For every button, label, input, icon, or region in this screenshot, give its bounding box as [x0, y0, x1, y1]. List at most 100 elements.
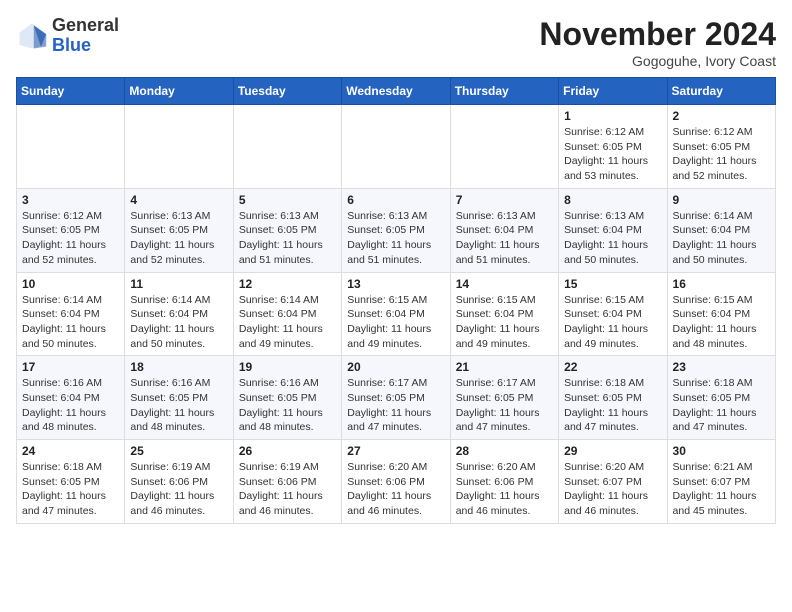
- day-of-week-header: Thursday: [450, 78, 558, 105]
- day-number: 28: [456, 444, 553, 458]
- day-number: 8: [564, 193, 661, 207]
- calendar-cell: 20Sunrise: 6:17 AM Sunset: 6:05 PM Dayli…: [342, 356, 450, 440]
- day-info: Sunrise: 6:14 AM Sunset: 6:04 PM Dayligh…: [673, 209, 770, 268]
- day-info: Sunrise: 6:20 AM Sunset: 6:07 PM Dayligh…: [564, 460, 661, 519]
- day-info: Sunrise: 6:15 AM Sunset: 6:04 PM Dayligh…: [673, 293, 770, 352]
- day-info: Sunrise: 6:13 AM Sunset: 6:04 PM Dayligh…: [564, 209, 661, 268]
- calendar-cell: 14Sunrise: 6:15 AM Sunset: 6:04 PM Dayli…: [450, 272, 558, 356]
- day-number: 18: [130, 360, 227, 374]
- day-number: 26: [239, 444, 336, 458]
- calendar-cell: 15 Sunrise: 6:15 AM Sunset: 6:04 PM Dayli…: [559, 272, 667, 356]
- day-number: 24: [22, 444, 119, 458]
- day-info: Sunrise: 6:16 AM Sunset: 6:05 PM Dayligh…: [130, 376, 227, 435]
- page-header: General Blue November 2024 Gogoguhe, Ivo…: [16, 16, 776, 69]
- calendar-cell: 25Sunrise: 6:19 AM Sunset: 6:06 PM Dayli…: [125, 440, 233, 524]
- day-number: 1: [564, 109, 661, 123]
- day-number: 30: [673, 444, 770, 458]
- day-info: Sunrise: 6:13 AM Sunset: 6:05 PM Dayligh…: [130, 209, 227, 268]
- day-info: Sunrise: 6:12 AM Sunset: 6:05 PM Dayligh…: [22, 209, 119, 268]
- day-number: 17: [22, 360, 119, 374]
- calendar-cell: 2 Sunrise: 6:12 AM Sunset: 6:05 PM Daylig…: [667, 105, 775, 189]
- day-number: 10: [22, 277, 119, 291]
- day-number: 20: [347, 360, 444, 374]
- calendar-cell: 1Sunrise: 6:12 AM Sunset: 6:05 PM Daylig…: [559, 105, 667, 189]
- calendar-cell: 28 Sunrise: 6:20 AM Sunset: 6:06 PM Dayli…: [450, 440, 558, 524]
- calendar-cell: 29 Sunrise: 6:20 AM Sunset: 6:07 PM Dayli…: [559, 440, 667, 524]
- calendar-cell: 11 Sunrise: 6:14 AM Sunset: 6:04 PM Dayli…: [125, 272, 233, 356]
- day-number: 5: [239, 193, 336, 207]
- day-info: Sunrise: 6:14 AM Sunset: 6:04 PM Dayligh…: [22, 293, 119, 352]
- day-info: Sunrise: 6:14 AM Sunset: 6:04 PM Dayligh…: [130, 293, 227, 352]
- calendar-cell: 7 Sunrise: 6:13 AM Sunset: 6:04 PM Daylig…: [450, 188, 558, 272]
- day-of-week-header: Sunday: [17, 78, 125, 105]
- day-info: Sunrise: 6:15 AM Sunset: 6:04 PM Dayligh…: [564, 293, 661, 352]
- day-info: Sunrise: 6:13 AM Sunset: 6:05 PM Dayligh…: [347, 209, 444, 268]
- calendar-cell: [342, 105, 450, 189]
- day-info: Sunrise: 6:16 AM Sunset: 6:05 PM Dayligh…: [239, 376, 336, 435]
- day-info: Sunrise: 6:15 AM Sunset: 6:04 PM Dayligh…: [347, 293, 444, 352]
- calendar-week-row: 3 Sunrise: 6:12 AM Sunset: 6:05 PM Daylig…: [17, 188, 776, 272]
- logo-icon: [16, 20, 48, 52]
- day-info: Sunrise: 6:20 AM Sunset: 6:06 PM Dayligh…: [347, 460, 444, 519]
- day-of-week-header: Wednesday: [342, 78, 450, 105]
- calendar-cell: [125, 105, 233, 189]
- calendar-cell: 13Sunrise: 6:15 AM Sunset: 6:04 PM Dayli…: [342, 272, 450, 356]
- calendar-cell: 9 Sunrise: 6:14 AM Sunset: 6:04 PM Daylig…: [667, 188, 775, 272]
- calendar-cell: 10 Sunrise: 6:14 AM Sunset: 6:04 PM Dayli…: [17, 272, 125, 356]
- day-number: 22: [564, 360, 661, 374]
- day-info: Sunrise: 6:13 AM Sunset: 6:04 PM Dayligh…: [456, 209, 553, 268]
- month-title: November 2024: [539, 16, 776, 53]
- calendar-cell: 27 Sunrise: 6:20 AM Sunset: 6:06 PM Dayli…: [342, 440, 450, 524]
- calendar-week-row: 10 Sunrise: 6:14 AM Sunset: 6:04 PM Dayli…: [17, 272, 776, 356]
- logo-general-text: General: [52, 15, 119, 35]
- day-number: 7: [456, 193, 553, 207]
- calendar-cell: 12 Sunrise: 6:14 AM Sunset: 6:04 PM Dayli…: [233, 272, 341, 356]
- day-info: Sunrise: 6:20 AM Sunset: 6:06 PM Dayligh…: [456, 460, 553, 519]
- day-info: Sunrise: 6:14 AM Sunset: 6:04 PM Dayligh…: [239, 293, 336, 352]
- calendar-cell: 17 Sunrise: 6:16 AM Sunset: 6:04 PM Dayli…: [17, 356, 125, 440]
- calendar-cell: [17, 105, 125, 189]
- day-info: Sunrise: 6:18 AM Sunset: 6:05 PM Dayligh…: [564, 376, 661, 435]
- day-number: 16: [673, 277, 770, 291]
- calendar-cell: 3 Sunrise: 6:12 AM Sunset: 6:05 PM Daylig…: [17, 188, 125, 272]
- calendar-week-row: 1 Sunrise: 6:12 AM Sunset: 6:05 PM Daylig…: [17, 105, 776, 189]
- calendar-cell: 4Sunrise: 6:13 AM Sunset: 6:05 PM Daylig…: [125, 188, 233, 272]
- calendar-cell: 30Sunrise: 6:21 AM Sunset: 6:07 PM Dayli…: [667, 440, 775, 524]
- day-number: 27: [347, 444, 444, 458]
- day-number: 12: [239, 277, 336, 291]
- day-number: 3: [22, 193, 119, 207]
- calendar-cell: 26 Sunrise: 6:19 AM Sunset: 6:06 PM Dayli…: [233, 440, 341, 524]
- day-of-week-header: Saturday: [667, 78, 775, 105]
- logo-blue-text: Blue: [52, 35, 91, 55]
- day-info: Sunrise: 6:13 AM Sunset: 6:05 PM Dayligh…: [239, 209, 336, 268]
- calendar-cell: [450, 105, 558, 189]
- day-info: Sunrise: 6:18 AM Sunset: 6:05 PM Dayligh…: [673, 376, 770, 435]
- day-number: 2: [673, 109, 770, 123]
- calendar-cell: 24 Sunrise: 6:18 AM Sunset: 6:05 PM Dayli…: [17, 440, 125, 524]
- logo: General Blue: [16, 16, 119, 56]
- day-info: Sunrise: 6:15 AM Sunset: 6:04 PM Dayligh…: [456, 293, 553, 352]
- day-number: 21: [456, 360, 553, 374]
- calendar-cell: 16 Sunrise: 6:15 AM Sunset: 6:04 PM Dayli…: [667, 272, 775, 356]
- day-info: Sunrise: 6:12 AM Sunset: 6:05 PM Dayligh…: [673, 125, 770, 184]
- day-number: 9: [673, 193, 770, 207]
- day-of-week-header: Monday: [125, 78, 233, 105]
- day-info: Sunrise: 6:19 AM Sunset: 6:06 PM Dayligh…: [239, 460, 336, 519]
- day-number: 11: [130, 277, 227, 291]
- calendar-cell: 23Sunrise: 6:18 AM Sunset: 6:05 PM Dayli…: [667, 356, 775, 440]
- calendar-cell: [233, 105, 341, 189]
- day-number: 15: [564, 277, 661, 291]
- location-text: Gogoguhe, Ivory Coast: [539, 53, 776, 69]
- day-info: Sunrise: 6:17 AM Sunset: 6:05 PM Dayligh…: [456, 376, 553, 435]
- day-number: 25: [130, 444, 227, 458]
- calendar-cell: 19Sunrise: 6:16 AM Sunset: 6:05 PM Dayli…: [233, 356, 341, 440]
- calendar-cell: 8 Sunrise: 6:13 AM Sunset: 6:04 PM Daylig…: [559, 188, 667, 272]
- calendar-week-row: 17 Sunrise: 6:16 AM Sunset: 6:04 PM Dayli…: [17, 356, 776, 440]
- calendar-cell: 6Sunrise: 6:13 AM Sunset: 6:05 PM Daylig…: [342, 188, 450, 272]
- day-of-week-header: Friday: [559, 78, 667, 105]
- day-info: Sunrise: 6:16 AM Sunset: 6:04 PM Dayligh…: [22, 376, 119, 435]
- title-block: November 2024 Gogoguhe, Ivory Coast: [539, 16, 776, 69]
- day-info: Sunrise: 6:18 AM Sunset: 6:05 PM Dayligh…: [22, 460, 119, 519]
- day-of-week-header: Tuesday: [233, 78, 341, 105]
- day-number: 29: [564, 444, 661, 458]
